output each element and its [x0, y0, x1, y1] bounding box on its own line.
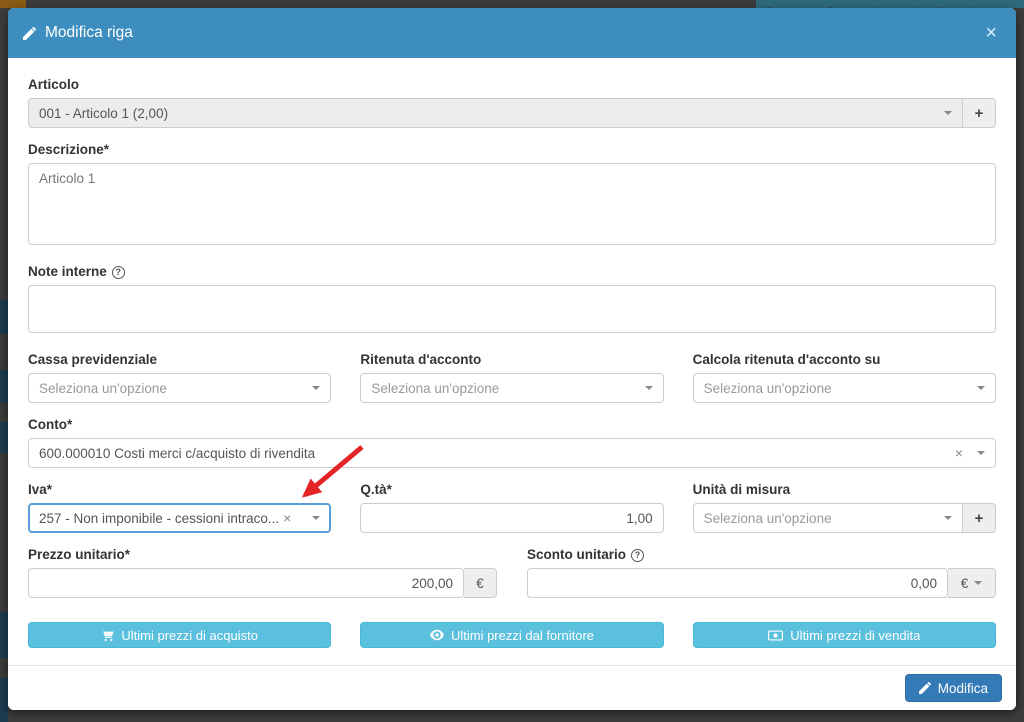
- descrizione-textarea[interactable]: Articolo 1: [28, 163, 996, 245]
- unita-misura-select[interactable]: Seleziona un'opzione: [692, 503, 963, 533]
- question-circle-icon: ?: [631, 548, 644, 562]
- question-circle-icon: ?: [111, 265, 125, 279]
- unita-misura-label: Unità di misura: [692, 482, 791, 497]
- conto-label: Conto*: [28, 417, 73, 432]
- add-articolo-button[interactable]: +: [963, 98, 996, 128]
- modifica-riga-modal: Modifica riga × Articolo 001 - Articolo …: [8, 8, 1016, 710]
- ultimi-prezzi-vendita-button[interactable]: Ultimi prezzi di vendita: [692, 622, 996, 648]
- modal-header: Modifica riga ×: [8, 8, 1016, 58]
- chevron-down-icon[interactable]: [974, 581, 983, 585]
- banknote-icon: [768, 630, 784, 641]
- pencil-icon: [918, 682, 931, 694]
- qta-input[interactable]: [360, 503, 664, 533]
- background-orange-button: [0, 0, 26, 8]
- modifica-submit-button[interactable]: Modifica: [904, 674, 1002, 702]
- prezzo-unitario-input[interactable]: [28, 568, 464, 598]
- articolo-select[interactable]: 001 - Articolo 1 (2,00): [28, 98, 963, 128]
- cassa-previdenziale-select[interactable]: Seleziona un'opzione: [28, 373, 332, 403]
- conto-selected-value: 600.000010 Costi merci c/acquisto di riv…: [39, 445, 316, 461]
- background-row: [0, 370, 8, 403]
- modal-title: Modifica riga: [45, 24, 133, 41]
- iva-select[interactable]: 257 - Non imponibile - cessioni intraco.…: [28, 503, 332, 533]
- ultimi-prezzi-vendita-label: Ultimi prezzi di vendita: [790, 627, 921, 643]
- currency-label: €: [960, 575, 969, 591]
- sconto-unitario-input[interactable]: [527, 568, 948, 598]
- calcola-ritenuta-label: Calcola ritenuta d'acconto su: [692, 352, 881, 367]
- iva-label: Iva*: [28, 482, 53, 497]
- chevron-down-icon[interactable]: [312, 386, 321, 390]
- plus-icon: +: [974, 104, 984, 122]
- ultimi-prezzi-acquisto-label: Ultimi prezzi di acquisto: [121, 627, 258, 643]
- add-unita-misura-button[interactable]: +: [962, 503, 996, 533]
- ultimi-prezzi-acquisto-button[interactable]: Ultimi prezzi di acquisto: [28, 622, 332, 648]
- ritenuta-acconto-label: Ritenuta d'acconto: [360, 352, 482, 367]
- modal-body: Articolo 001 - Articolo 1 (2,00) + Descr…: [8, 58, 1016, 648]
- modifica-submit-label: Modifica: [937, 680, 988, 696]
- cassa-previdenziale-placeholder: Seleziona un'opzione: [39, 380, 167, 396]
- calcola-ritenuta-placeholder: Seleziona un'opzione: [703, 380, 832, 396]
- background-row: [0, 678, 8, 722]
- eye-icon: [430, 629, 444, 641]
- ultimi-prezzi-fornitore-button[interactable]: Ultimi prezzi dal fornitore: [360, 622, 664, 648]
- cart-icon: [101, 629, 114, 642]
- chevron-down-icon[interactable]: [943, 516, 952, 520]
- ritenuta-acconto-placeholder: Seleziona un'opzione: [371, 380, 500, 396]
- articolo-selected-value: 001 - Articolo 1 (2,00): [39, 105, 169, 121]
- chevron-down-icon[interactable]: [976, 386, 985, 390]
- background-row: [0, 422, 8, 453]
- plus-icon: +: [974, 509, 984, 527]
- background-row: [0, 612, 8, 658]
- currency-addon: €: [464, 568, 497, 598]
- modal-footer: Modifica: [8, 665, 1016, 710]
- qta-label: Q.tà*: [360, 482, 392, 497]
- chevron-down-icon[interactable]: [977, 451, 985, 455]
- background-print-invoice-button: Stampa fattura elettronica di acquisto: [756, 0, 1024, 8]
- articolo-label: Articolo: [28, 77, 80, 92]
- prezzo-unitario-label: Prezzo unitario*: [28, 547, 131, 562]
- page-backdrop: Stampa fattura elettronica di acquisto M…: [0, 0, 1024, 722]
- sconto-unitario-label: Sconto unitario: [527, 547, 626, 562]
- calcola-ritenuta-select[interactable]: Seleziona un'opzione: [692, 373, 996, 403]
- pencil-icon: [23, 26, 36, 40]
- unita-misura-placeholder: Seleziona un'opzione: [703, 510, 832, 526]
- chevron-down-icon[interactable]: [312, 516, 321, 520]
- sconto-type-dropdown[interactable]: €: [948, 568, 996, 598]
- note-interne-label: Note interne: [28, 264, 107, 279]
- ultimi-prezzi-fornitore-label: Ultimi prezzi dal fornitore: [450, 627, 595, 643]
- cassa-previdenziale-label: Cassa previdenziale: [28, 352, 158, 367]
- clear-icon[interactable]: ×: [283, 511, 291, 525]
- chevron-down-icon[interactable]: [944, 111, 952, 115]
- close-icon[interactable]: ×: [981, 23, 1001, 43]
- background-row: [0, 300, 8, 334]
- conto-select[interactable]: 600.000010 Costi merci c/acquisto di riv…: [28, 438, 996, 468]
- descrizione-label: Descrizione*: [28, 142, 110, 157]
- chevron-down-icon[interactable]: [644, 386, 653, 390]
- clear-icon[interactable]: ×: [955, 446, 963, 460]
- ritenuta-acconto-select[interactable]: Seleziona un'opzione: [360, 373, 664, 403]
- note-interne-textarea[interactable]: [28, 285, 996, 333]
- iva-selected-value: 257 - Non imponibile - cessioni intraco.…: [39, 510, 280, 526]
